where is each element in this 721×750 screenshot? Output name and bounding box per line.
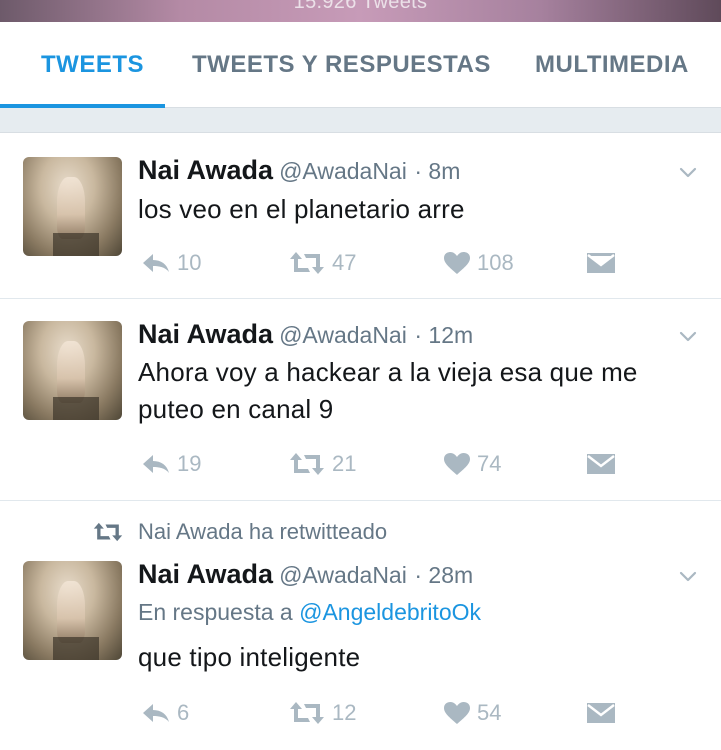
retweet-count: 12 xyxy=(332,700,357,725)
author-handle: @AwadaNai xyxy=(279,158,407,184)
tweet-actions: 19 21 74 xyxy=(0,447,721,481)
chevron-down-icon[interactable] xyxy=(679,327,697,345)
envelope-icon xyxy=(587,703,615,723)
direct-message-button[interactable] xyxy=(586,696,616,730)
author-name[interactable]: Nai Awada xyxy=(138,155,273,185)
envelope-icon xyxy=(587,454,615,474)
tab-tweets-and-replies[interactable]: TWEETS Y RESPUESTAS xyxy=(192,51,491,79)
tweet[interactable]: Nai Awada ha retwitteado Nai Awada @Awada… xyxy=(0,501,721,750)
like-count: 108 xyxy=(477,250,514,275)
retweet-icon xyxy=(93,522,123,542)
tweet[interactable]: Nai Awada @AwadaNai · 8m los veo en el pl… xyxy=(0,133,721,299)
retweet-button[interactable]: 12 xyxy=(288,696,356,730)
tweet[interactable]: Nai Awada @AwadaNai · 12m Ahora voy a hac… xyxy=(0,299,721,501)
reply-button[interactable]: 6 xyxy=(141,696,189,730)
tweet-text: que tipo inteligente xyxy=(138,642,361,672)
avatar[interactable] xyxy=(23,321,122,420)
reply-button[interactable]: 19 xyxy=(141,447,201,481)
tweet-actions: 10 47 108 xyxy=(0,246,721,280)
retweet-button[interactable]: 47 xyxy=(288,246,356,280)
direct-message-button[interactable] xyxy=(586,246,616,280)
retweet-context: Nai Awada ha retwitteado xyxy=(92,519,387,545)
retweet-icon xyxy=(290,252,324,274)
retweet-icon xyxy=(290,702,324,724)
in-reply-to: En respuesta a @AngeldebritoOk xyxy=(138,599,481,626)
like-button[interactable]: 74 xyxy=(443,447,501,481)
tweet-header: Nai Awada @AwadaNai · 28m xyxy=(138,559,473,590)
retweet-count: 21 xyxy=(332,451,357,476)
like-button[interactable]: 54 xyxy=(443,696,501,730)
author-name[interactable]: Nai Awada xyxy=(138,319,273,349)
tweet-time: · 28m xyxy=(414,562,474,588)
retweeted-by-label[interactable]: Nai Awada ha retwitteado xyxy=(138,519,387,545)
like-count: 54 xyxy=(477,700,502,725)
like-button[interactable]: 108 xyxy=(443,246,514,280)
tweet-header: Nai Awada @AwadaNai · 12m xyxy=(138,319,473,350)
retweet-icon xyxy=(290,453,324,475)
profile-header-banner: 15.926 Tweets xyxy=(0,0,721,22)
tweet-text: Ahora voy a hackear a la vieja esa que m… xyxy=(138,357,638,424)
tweet-time: · 12m xyxy=(414,322,474,348)
reply-icon xyxy=(143,455,169,473)
reply-count: 19 xyxy=(177,451,202,476)
reply-icon xyxy=(143,254,169,272)
chevron-down-icon[interactable] xyxy=(679,567,697,585)
tab-tweets[interactable]: TWEETS xyxy=(41,51,144,79)
tweet-text: los veo en el planetario arre xyxy=(138,194,465,224)
direct-message-button[interactable] xyxy=(586,447,616,481)
heart-icon xyxy=(444,453,470,475)
like-count: 74 xyxy=(477,451,502,476)
timeline-divider xyxy=(0,108,721,133)
retweet-button[interactable]: 21 xyxy=(288,447,356,481)
author-handle: @AwadaNai xyxy=(279,562,407,588)
envelope-icon xyxy=(587,253,615,273)
tweet-actions: 6 12 54 xyxy=(0,696,721,730)
chevron-down-icon[interactable] xyxy=(679,163,697,181)
tweet-header: Nai Awada @AwadaNai · 8m xyxy=(138,155,460,186)
tab-media[interactable]: MULTIMEDIA xyxy=(535,51,689,79)
heart-icon xyxy=(444,252,470,274)
reply-count: 10 xyxy=(177,250,202,275)
reply-icon xyxy=(143,704,169,722)
avatar[interactable] xyxy=(23,157,122,256)
reply-prefix: En respuesta a xyxy=(138,599,293,625)
author-name[interactable]: Nai Awada xyxy=(138,559,273,589)
author-handle: @AwadaNai xyxy=(279,322,407,348)
retweet-count: 47 xyxy=(332,250,357,275)
avatar[interactable] xyxy=(23,561,122,660)
tweet-time: · 8m xyxy=(414,158,461,184)
profile-tabs: TWEETS TWEETS Y RESPUESTAS MULTIMEDIA xyxy=(0,22,721,108)
heart-icon xyxy=(444,702,470,724)
reply-button[interactable]: 10 xyxy=(141,246,201,280)
reply-count: 6 xyxy=(177,700,190,725)
reply-mention-link[interactable]: @AngeldebritoOk xyxy=(299,599,481,625)
tweet-count: 15.926 Tweets xyxy=(293,0,428,13)
